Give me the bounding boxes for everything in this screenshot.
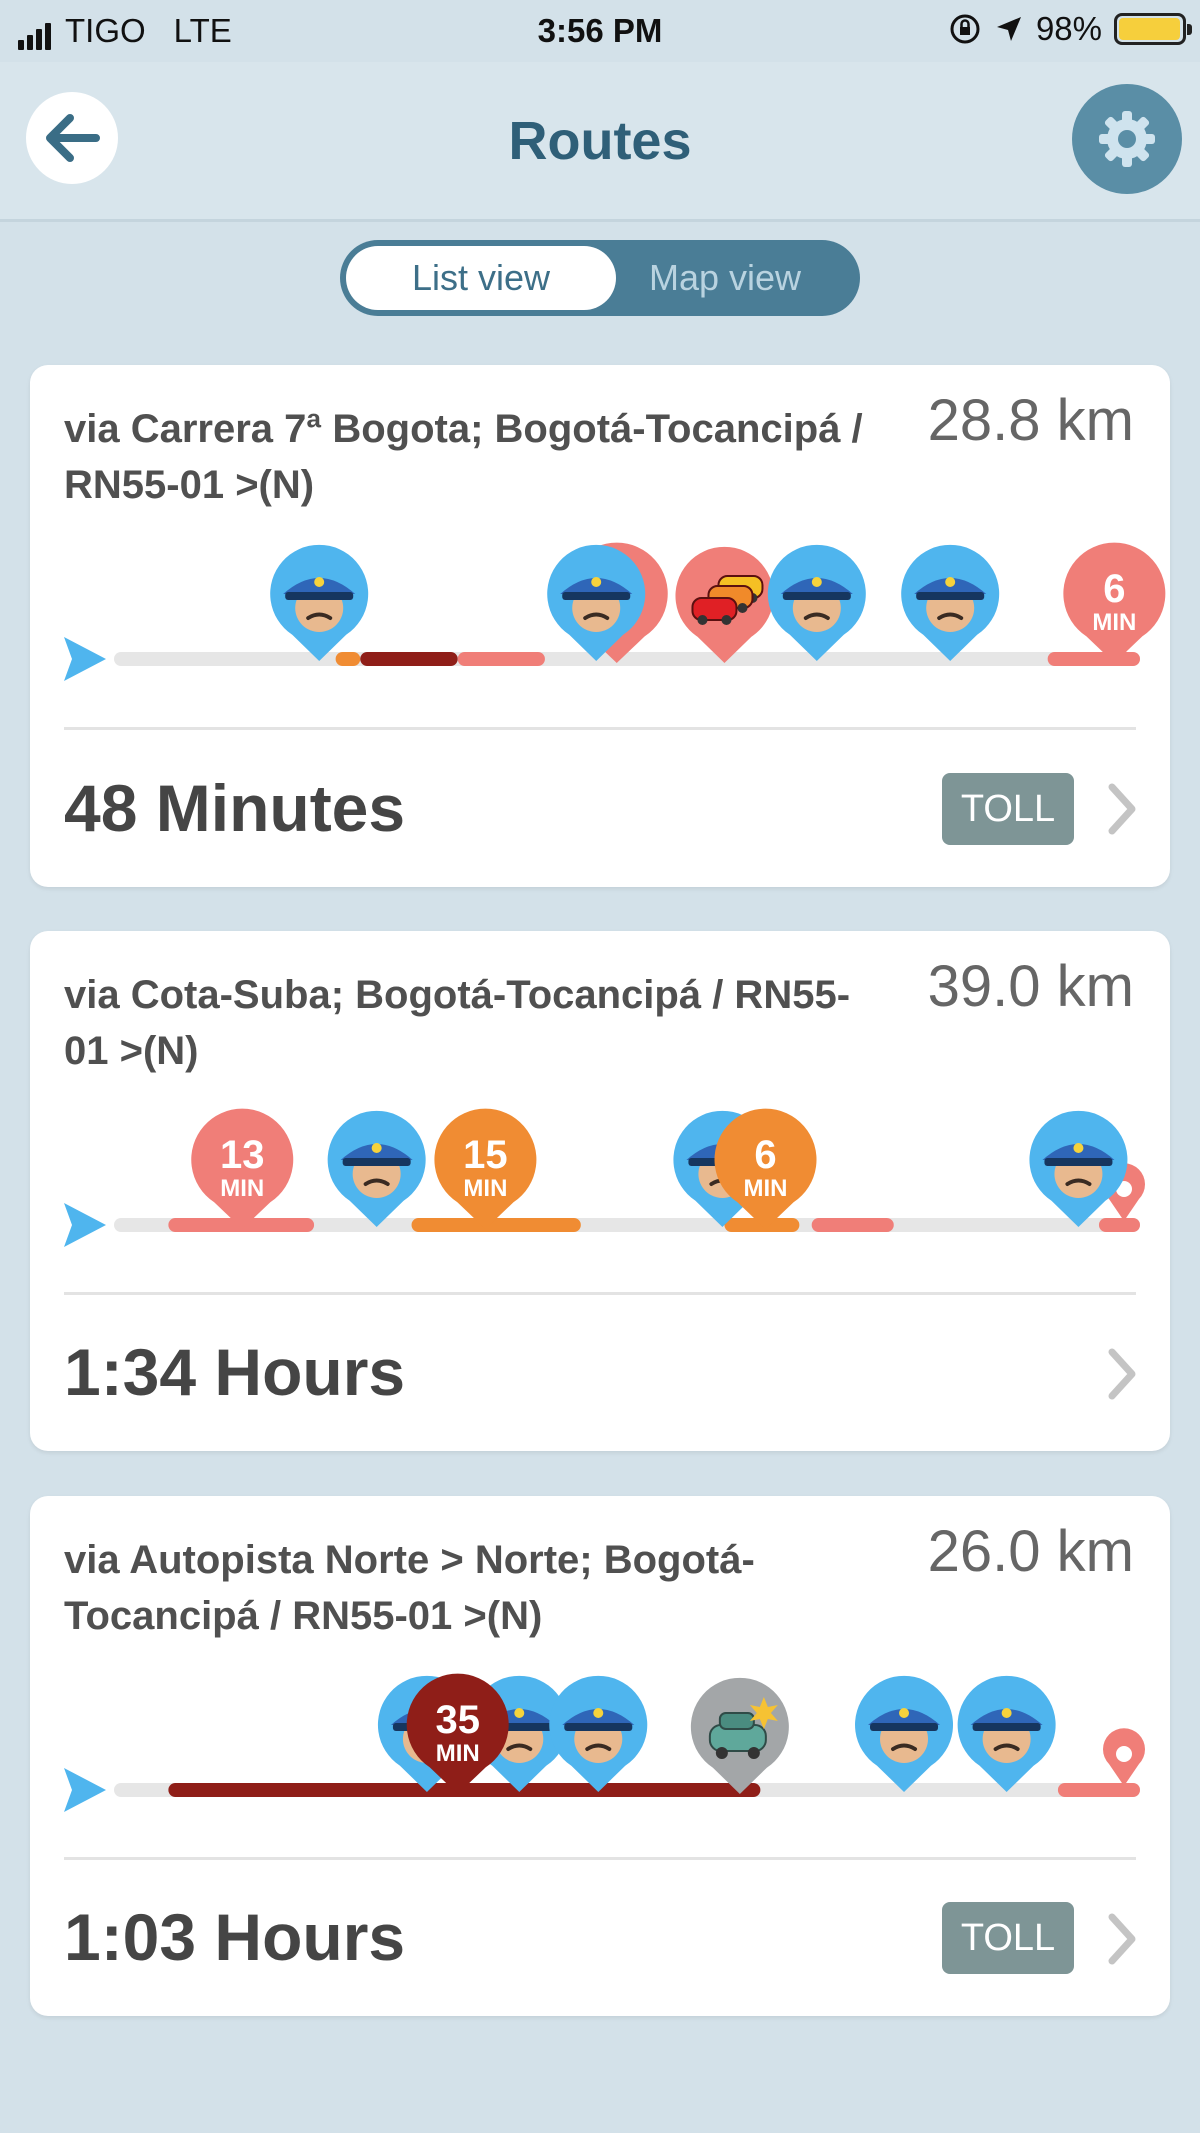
page-title: Routes [508,111,692,171]
police-pin-icon [270,544,369,661]
route-duration: 1:03 Hours [64,1900,406,1974]
route-card[interactable]: via Autopista Norte > Norte; Bogotá-Toca… [30,1496,1170,2016]
police-pin-icon [549,1675,648,1792]
view-toggle: Map view List view [340,240,860,316]
route-card[interactable]: via Cota-Suba; Bogotá-Tocancipá / RN55-0… [30,931,1170,1451]
route-bar [114,652,1140,666]
map-view-tab[interactable]: Map view [590,246,860,310]
chevron-right-icon [1108,1348,1136,1400]
divider [64,727,1136,730]
traffic-segment [335,652,361,666]
traffic-delay-value: 6 [754,1133,776,1177]
route-name: via Cota-Suba; Bogotá-Tocancipá / RN55-0… [64,973,851,1073]
chevron-right-icon [1108,783,1136,835]
traffic-delay-unit: MIN [463,1175,507,1202]
police-pin-icon [767,544,866,661]
start-arrow-icon [64,637,106,681]
status-right: 98% [948,10,1192,48]
route-duration: 1:34 Hours [64,1335,406,1409]
route-timeline: 35MIN [64,1673,1145,1812]
traffic-delay-unit: MIN [1092,609,1136,636]
divider [64,1857,1136,1860]
route-card[interactable]: via Carrera 7ª Bogota; Bogotá-Tocancipá … [30,365,1170,887]
status-bar: TIGO LTE 3:56 PM 98% [0,0,1200,62]
accident-pin-icon [690,1677,789,1794]
settings-button[interactable] [1072,84,1182,194]
location-arrow-icon [996,17,1021,41]
start-arrow-icon [64,1203,106,1247]
traffic-delay-unit: MIN [744,1175,788,1202]
header: Routes [0,62,1200,222]
traffic-delay-pin: 6MIN [1063,542,1166,663]
police-pin-icon [327,1110,426,1227]
route-name: via Autopista Norte > Norte; Bogotá-Toca… [64,1538,755,1638]
traffic-delay-unit: MIN [220,1175,264,1202]
traffic-delay-value: 13 [220,1133,265,1177]
gear-icon [1099,111,1155,167]
police-pin-icon [855,1675,954,1792]
traffic-jam-pin-icon [675,546,774,663]
traffic-segment [1057,1783,1140,1797]
traffic-segment [811,1218,894,1232]
toll-badge: TOLL [942,1902,1074,1974]
traffic-delay-pin: 15MIN [434,1108,537,1229]
start-arrow-icon [64,1768,106,1812]
chevron-right-icon [1108,1913,1136,1965]
traffic-delay-value: 35 [435,1698,480,1742]
traffic-delay-value: 6 [1103,567,1125,611]
route-timeline: 13MIN15MIN6MIN [64,1108,1145,1247]
traffic-delay-pin: 13MIN [191,1108,294,1229]
battery-percent: 98% [1035,10,1102,47]
traffic-segment [457,652,545,666]
traffic-segment [411,1218,581,1232]
divider [64,1292,1136,1295]
traffic-segment [1047,652,1140,666]
route-distance: 28.8 km [927,388,1134,453]
route-duration: 48 Minutes [64,771,406,845]
orientation-lock-icon [950,14,980,44]
route-timeline: 6MIN [64,542,1166,681]
toll-badge: TOLL [942,773,1074,845]
traffic-segment [360,652,458,666]
route-name: via Carrera 7ª Bogota; Bogotá-Tocancipá … [64,407,863,507]
police-pin-icon [1029,1110,1128,1227]
route-distance: 26.0 km [927,1519,1134,1584]
battery-icon [1114,13,1192,45]
destination-pin-icon [1103,1728,1145,1786]
list-view-tab[interactable]: List view [346,246,616,310]
traffic-delay-unit: MIN [436,1740,480,1767]
traffic-delay-value: 15 [463,1133,508,1177]
police-pin-icon [901,544,1000,661]
traffic-segment [1098,1218,1140,1232]
route-distance: 39.0 km [927,954,1134,1019]
police-pin-icon [957,1675,1056,1792]
